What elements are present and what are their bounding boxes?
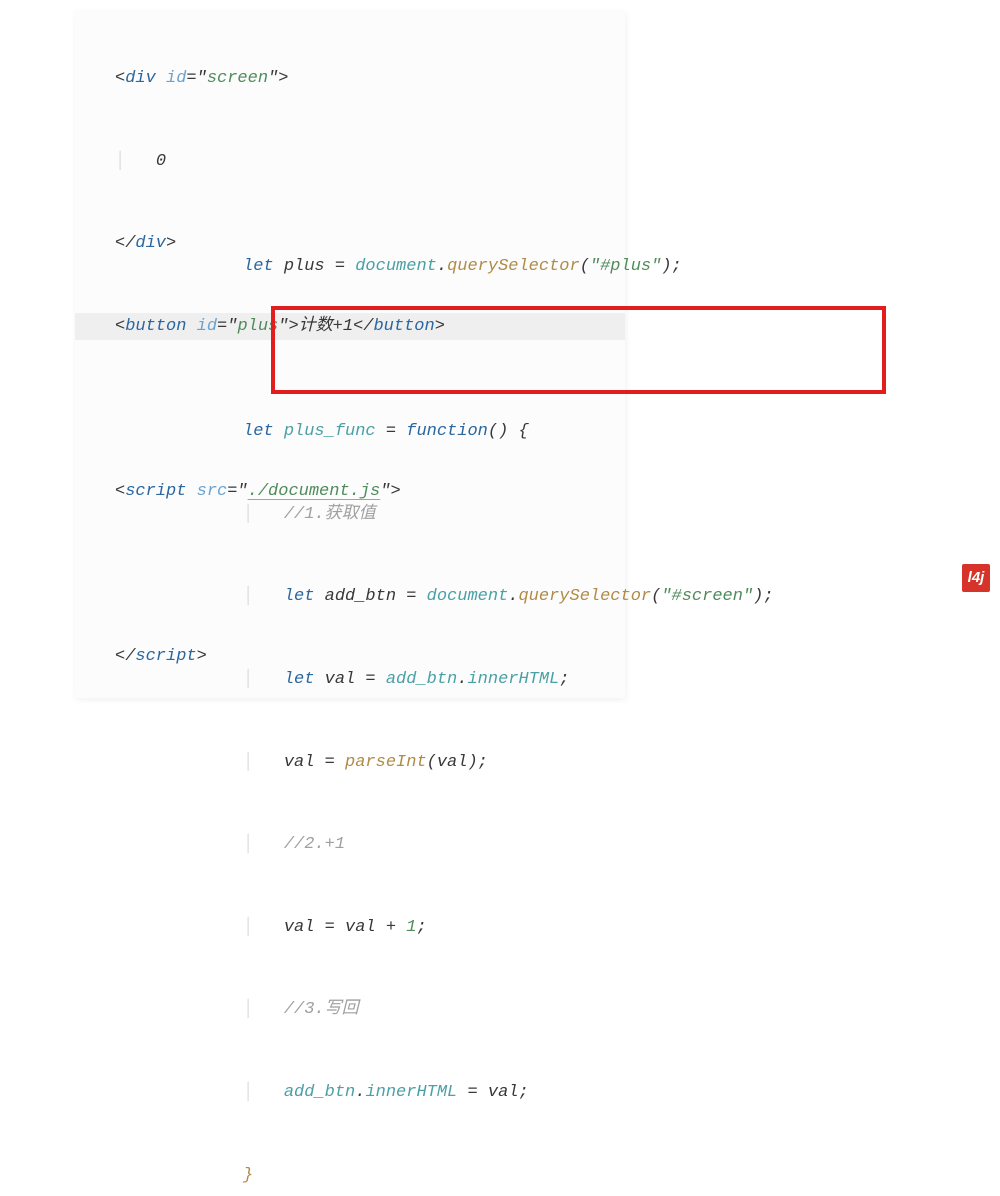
code-line: │ //3.写回 [243,996,903,1024]
code-line: │ //1.获取值 [243,501,903,529]
code-line: │ 0 [75,148,625,176]
watermark-icon: l4j [962,564,990,592]
code-line: │ let add_btn = document.querySelector("… [243,583,903,611]
code-line [243,336,903,364]
code-line: let plus_func = function() { [243,418,903,446]
code-line: │ val = parseInt(val); [243,749,903,777]
js-code-snippet: let plus = document.querySelector("#plus… [243,198,903,1196]
code-line: │ let val = add_btn.innerHTML; [243,666,903,694]
code-line: │ //2.+1 [243,831,903,859]
watermark-text: l4j [968,566,985,590]
code-line: } [243,1162,903,1190]
code-line: let plus = document.querySelector("#plus… [243,253,903,281]
code-line: │ add_btn.innerHTML = val; [243,1079,903,1107]
code-line: │ val = val + 1; [243,914,903,942]
code-line: <div id="screen"> [75,65,625,93]
